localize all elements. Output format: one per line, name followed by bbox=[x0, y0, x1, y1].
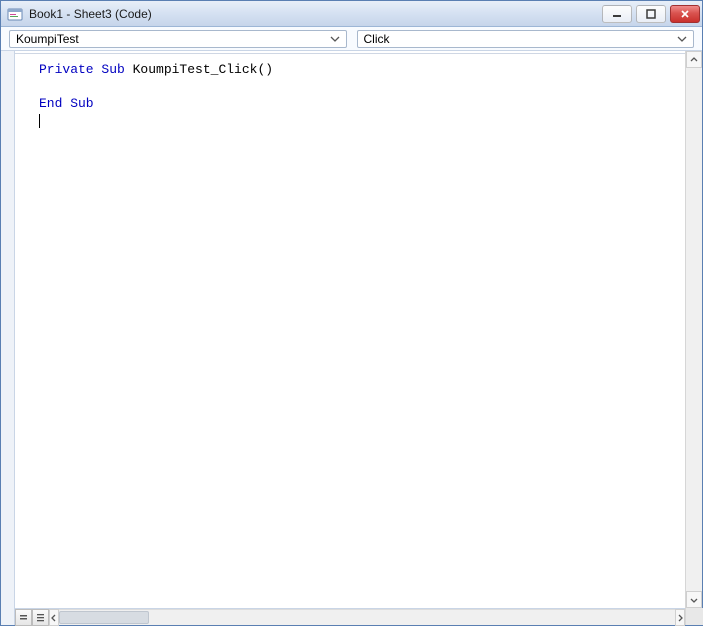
chevron-down-icon bbox=[675, 32, 689, 46]
identifier: KoumpiTest_Click() bbox=[125, 62, 273, 77]
procedure-dropdown[interactable]: Click bbox=[357, 30, 695, 48]
maximize-button[interactable] bbox=[636, 5, 666, 23]
hscroll-track[interactable] bbox=[59, 609, 675, 625]
window-controls bbox=[602, 5, 700, 23]
app-icon bbox=[7, 6, 23, 22]
hscroll-thumb[interactable] bbox=[59, 611, 149, 624]
keyword: Sub bbox=[101, 62, 124, 77]
view-toggles bbox=[15, 609, 49, 625]
code-editor[interactable]: Private Sub KoumpiTest_Click() End Sub bbox=[15, 51, 685, 608]
object-dropdown[interactable]: KoumpiTest bbox=[9, 30, 347, 48]
scroll-right-button[interactable] bbox=[675, 609, 685, 626]
procedure-view-button[interactable] bbox=[15, 609, 32, 626]
code-window: Book1 - Sheet3 (Code) KoumpiTest Click bbox=[0, 0, 703, 626]
keyword: End Sub bbox=[39, 96, 94, 111]
bottom-bar bbox=[15, 608, 685, 625]
procedure-dropdown-value: Click bbox=[364, 32, 390, 46]
scroll-corner bbox=[686, 608, 703, 625]
vertical-scrollbar[interactable] bbox=[685, 51, 702, 625]
scroll-left-button[interactable] bbox=[49, 609, 59, 626]
keyword: Private bbox=[39, 62, 94, 77]
text-cursor bbox=[39, 114, 40, 128]
object-dropdown-value: KoumpiTest bbox=[16, 32, 79, 46]
dropdown-bar: KoumpiTest Click bbox=[1, 27, 702, 51]
close-button[interactable] bbox=[670, 5, 700, 23]
window-title: Book1 - Sheet3 (Code) bbox=[29, 7, 596, 21]
scroll-down-button[interactable] bbox=[686, 591, 702, 608]
code-wrap: Private Sub KoumpiTest_Click() End Sub bbox=[15, 51, 685, 625]
minimize-button[interactable] bbox=[602, 5, 632, 23]
chevron-down-icon bbox=[328, 32, 342, 46]
vscroll-track[interactable] bbox=[686, 68, 702, 591]
titlebar: Book1 - Sheet3 (Code) bbox=[1, 1, 702, 27]
scroll-up-button[interactable] bbox=[686, 51, 702, 68]
left-margin[interactable] bbox=[1, 51, 15, 625]
editor-body: Private Sub KoumpiTest_Click() End Sub bbox=[1, 51, 702, 625]
full-module-view-button[interactable] bbox=[32, 609, 49, 626]
proc-separator bbox=[15, 53, 685, 54]
horizontal-scrollbar[interactable] bbox=[49, 609, 685, 625]
